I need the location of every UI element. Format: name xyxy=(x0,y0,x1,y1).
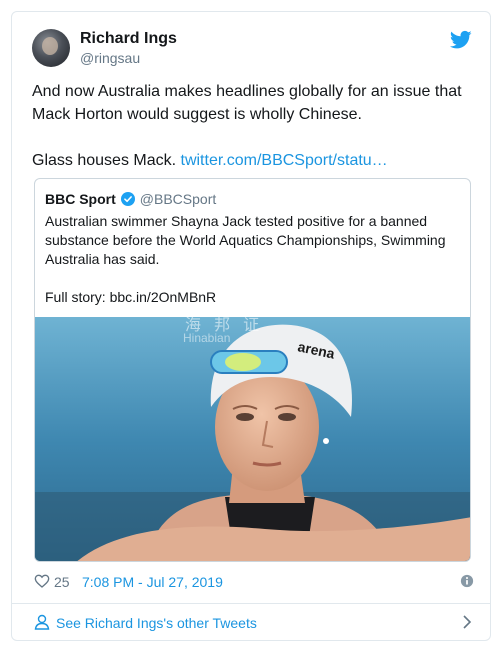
quoted-author-name[interactable]: BBC Sport xyxy=(45,191,116,207)
tweet-line-1: And now Australia makes headlines global… xyxy=(32,83,462,123)
tweet-line-2: Glass houses Mack. twitter.com/BBCSport/… xyxy=(32,149,482,172)
tweet-header: Richard Ings @ringsau xyxy=(12,12,490,82)
twitter-bird-icon[interactable] xyxy=(450,30,472,50)
person-icon xyxy=(34,614,50,630)
divider xyxy=(12,603,490,604)
quoted-tweet-header: BBC Sport @BBCSport xyxy=(45,189,216,209)
photo-watermark-sub: Hinabian xyxy=(183,331,231,345)
quoted-author-handle[interactable]: @BBCSport xyxy=(140,191,216,207)
swimmer-illustration: arena xyxy=(35,317,470,561)
tweet-link[interactable]: twitter.com/BBCSport/statu… xyxy=(181,152,388,169)
avatar[interactable] xyxy=(32,29,70,67)
tweet-timestamp[interactable]: 7:08 PM - Jul 27, 2019 xyxy=(82,574,223,590)
verified-badge-icon xyxy=(120,192,135,206)
tweet-meta: 25 7:08 PM - Jul 27, 2019 xyxy=(34,572,474,592)
embedded-tweet-card: Richard Ings @ringsau And now Australia … xyxy=(11,11,491,641)
quoted-tweet-body: Australian swimmer Shayna Jack tested po… xyxy=(45,212,465,326)
quoted-text: Australian swimmer Shayna Jack tested po… xyxy=(45,213,446,267)
heart-icon[interactable] xyxy=(34,573,50,589)
quoted-tweet[interactable]: BBC Sport @BBCSport Australian swimmer S… xyxy=(34,178,471,562)
author-handle[interactable]: @ringsau xyxy=(80,50,140,66)
see-more-label[interactable]: See Richard Ings's other Tweets xyxy=(56,615,257,631)
chevron-right-icon[interactable] xyxy=(460,615,474,629)
like-count[interactable]: 25 xyxy=(54,574,70,590)
tweet-line-2-text: Glass houses Mack. xyxy=(32,152,181,169)
swimmer-photo[interactable]: arena 海 邦 证 Hinabian xyxy=(35,317,470,561)
author-name[interactable]: Richard Ings xyxy=(80,30,177,48)
see-more-tweets-link[interactable]: See Richard Ings's other Tweets xyxy=(34,612,474,634)
quoted-full-story[interactable]: Full story: bbc.in/2OnMBnR xyxy=(45,288,465,307)
info-icon[interactable] xyxy=(460,574,474,588)
